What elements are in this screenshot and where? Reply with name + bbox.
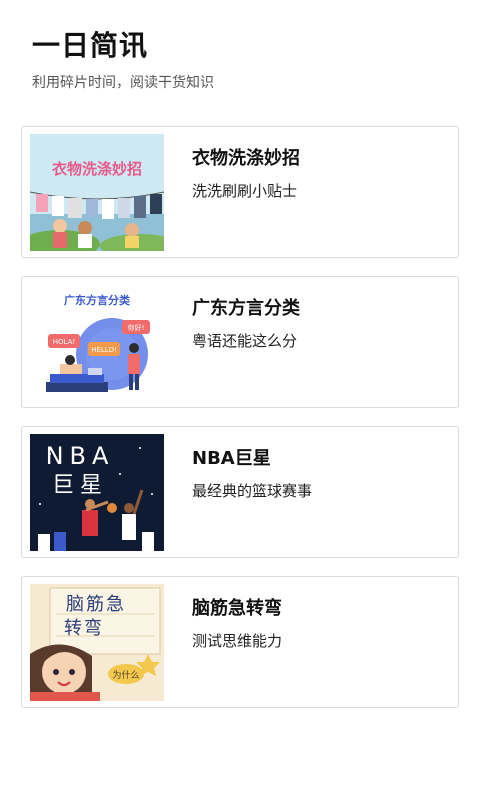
- laundry-image-text: 衣物洗涤妙招: [52, 160, 142, 178]
- nba-image-text: NBA: [46, 442, 115, 470]
- laundry-thumbnail: 衣物洗涤妙招: [30, 134, 164, 251]
- bubble-hello: HELLO!: [91, 346, 117, 354]
- header: 一日简讯 利用碎片时间，阅读干货知识: [0, 0, 480, 92]
- article-card-nba[interactable]: NBA 巨星 NBA巨星 最经典的篮球赛事: [21, 426, 459, 558]
- article-list: 衣物洗涤妙招 衣物洗涤妙招 洗洗刷刷小贴士 广东方言分类 HOLA! 你好! H…: [21, 126, 459, 726]
- article-card-dialect[interactable]: 广东方言分类 HOLA! 你好! HELLO! 广东方言分类 粤语还能这么分: [21, 276, 459, 408]
- bubble-hola: HOLA!: [53, 338, 75, 346]
- card-subtitle: 洗洗刷刷小贴士: [192, 182, 298, 200]
- card-title: NBA巨星: [192, 448, 271, 469]
- article-card-laundry[interactable]: 衣物洗涤妙招 衣物洗涤妙招 洗洗刷刷小贴士: [21, 126, 459, 258]
- card-title: 衣物洗涤妙招: [192, 148, 300, 169]
- riddle-tag-text: 为什么: [112, 669, 139, 681]
- page: 一日简讯 利用碎片时间，阅读干货知识 衣物洗涤妙招 衣物洗涤妙招 洗洗刷刷小贴士…: [0, 0, 480, 800]
- nba-thumbnail: NBA 巨星: [30, 434, 164, 551]
- riddle-image-text-1: 脑筋急: [66, 594, 126, 615]
- dialect-image-text: 广东方言分类: [64, 293, 131, 307]
- card-subtitle: 粤语还能这么分: [192, 332, 298, 350]
- card-subtitle: 最经典的篮球赛事: [192, 482, 313, 500]
- page-title: 一日简讯: [32, 29, 149, 62]
- riddle-thumbnail: 脑筋急 转弯 为什么: [30, 584, 164, 701]
- card-subtitle: 测试思维能力: [192, 632, 283, 650]
- card-text: 广东方言分类 粤语还能这么分: [192, 297, 300, 351]
- dialect-thumbnail: 广东方言分类 HOLA! 你好! HELLO!: [30, 284, 164, 401]
- card-title: 脑筋急转弯: [192, 598, 282, 619]
- article-card-riddle[interactable]: 脑筋急 转弯 为什么 脑筋急转弯 测试思维能力: [21, 576, 459, 708]
- page-subtitle: 利用碎片时间，阅读干货知识: [32, 75, 214, 91]
- stars-image-text: 巨星: [52, 473, 108, 498]
- card-text: NBA巨星 最经典的篮球赛事: [192, 447, 312, 501]
- card-title: 广东方言分类: [192, 298, 300, 319]
- card-text: 衣物洗涤妙招 洗洗刷刷小贴士: [192, 147, 300, 201]
- card-text: 脑筋急转弯 测试思维能力: [192, 597, 282, 651]
- riddle-image-text-2: 转弯: [64, 618, 104, 639]
- bubble-nihao: 你好!: [128, 323, 145, 332]
